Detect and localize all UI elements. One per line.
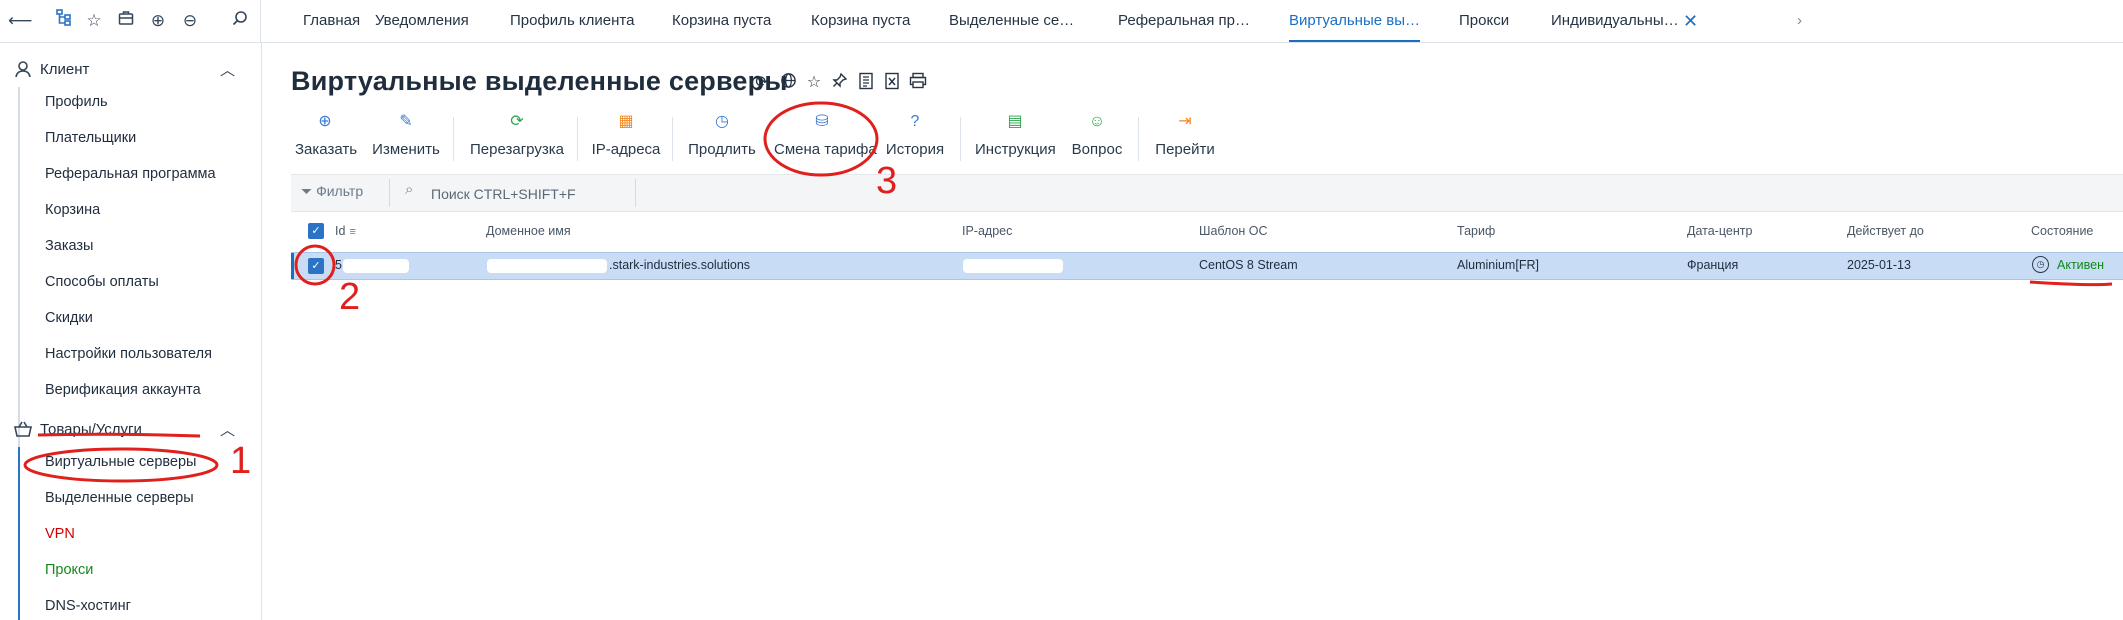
circle-change-tariff [763,101,879,177]
annotation-layer [23,101,2113,483]
circle-virtual-servers [23,447,219,483]
annotation-number: 3 [876,160,898,202]
underline-status [2029,280,2113,287]
underline-goods [37,432,201,438]
annotation-number: 1 [230,440,252,482]
circle-row-checkbox [294,244,336,286]
annotation-number: 2 [339,276,361,318]
